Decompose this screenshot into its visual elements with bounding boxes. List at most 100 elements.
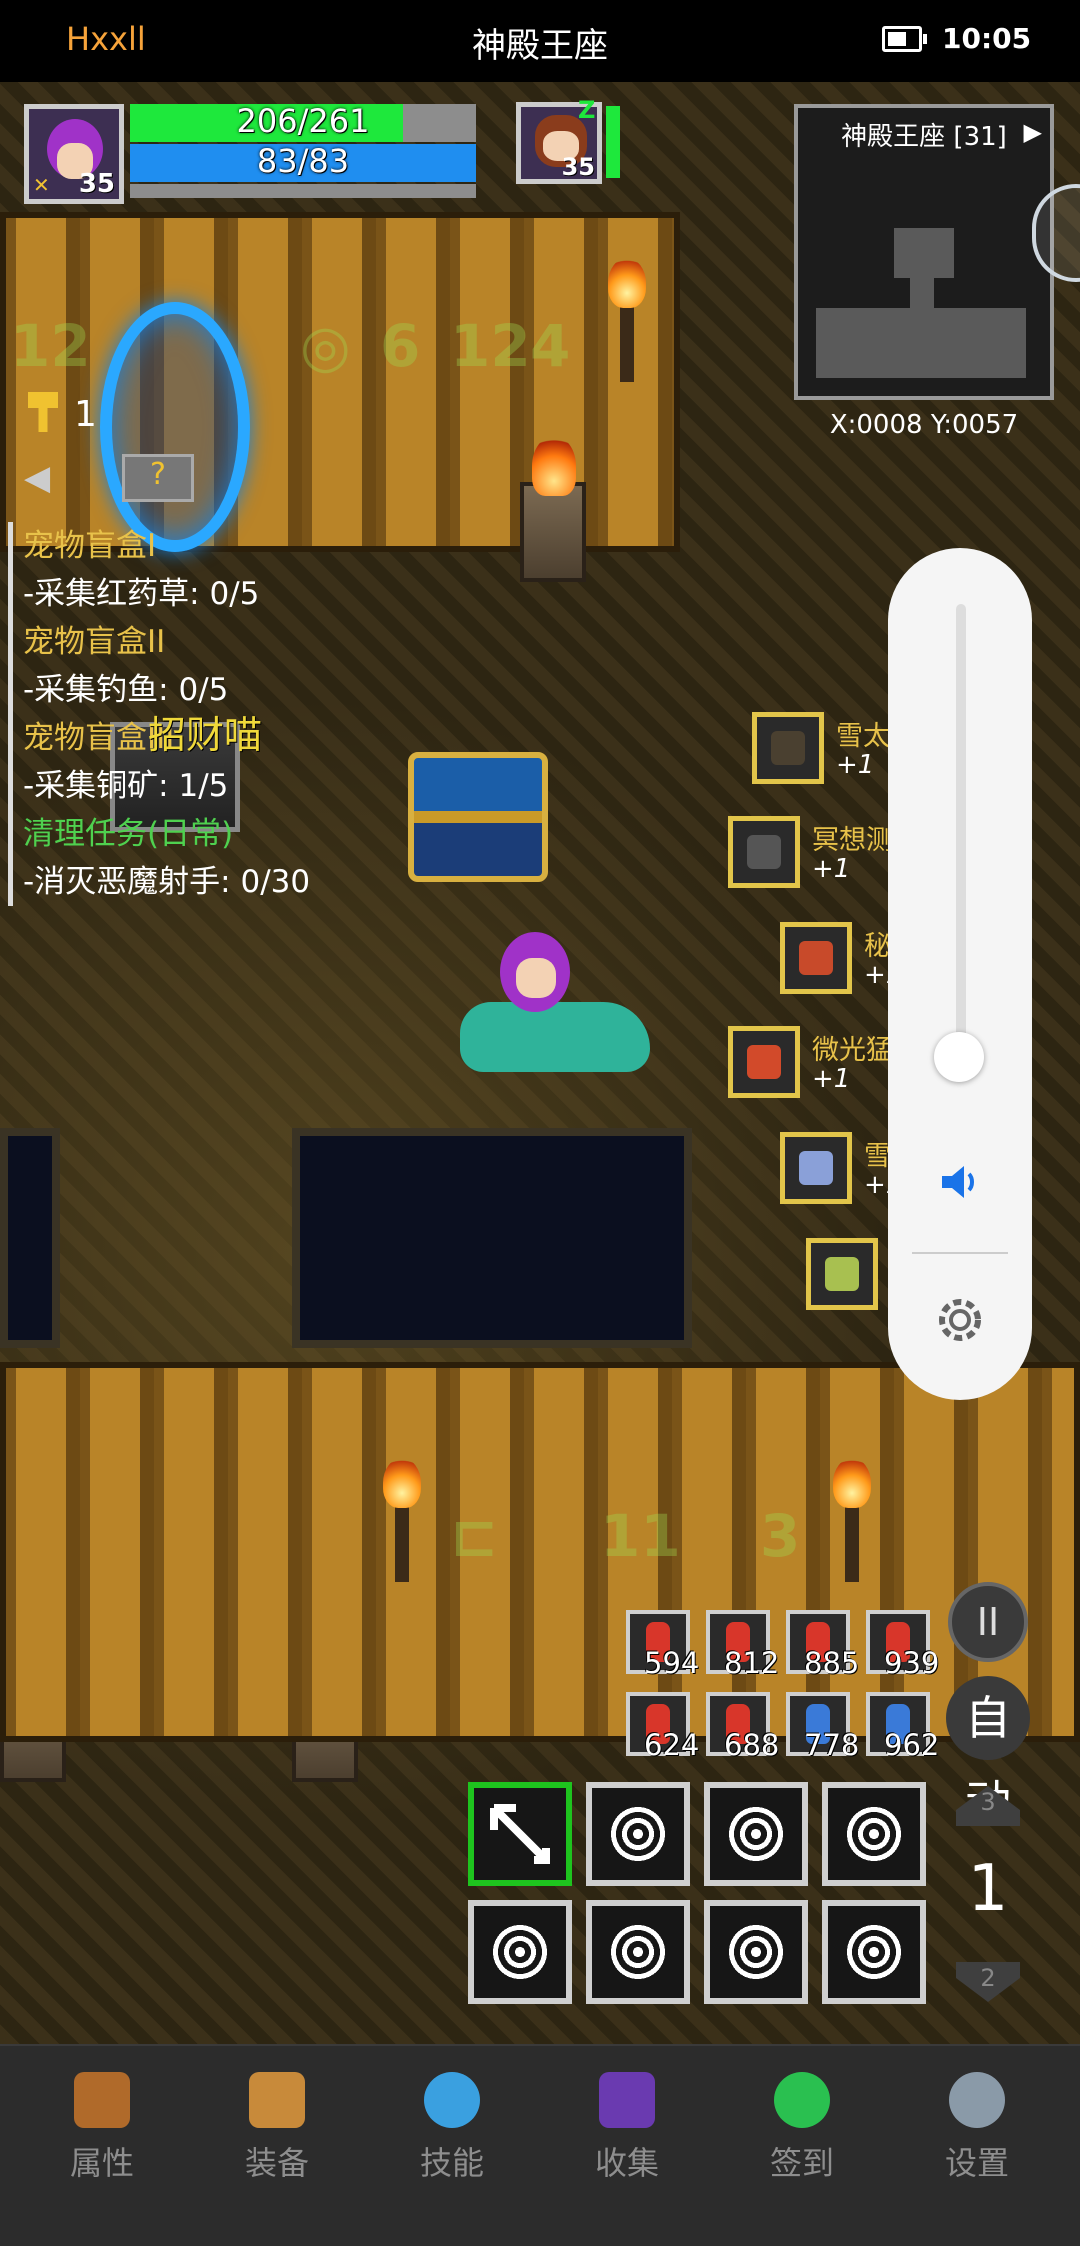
auto-button[interactable]: 自动: [946, 1676, 1030, 1829]
mp-text: 83/83: [256, 142, 350, 180]
pickaxe-icon: [728, 816, 800, 888]
npc-name: 招财喵: [148, 713, 263, 757]
dark-pit: [292, 1128, 692, 1348]
empty-slot-icon: [842, 1920, 906, 1984]
skill-slot-empty[interactable]: [822, 1900, 926, 2004]
empty-slot-icon: [606, 1920, 670, 1984]
empty-slot-icon: [842, 1802, 906, 1866]
potion-count: 885: [804, 1646, 860, 1680]
player-character: [420, 922, 660, 1112]
potion-count: 688: [724, 1728, 780, 1762]
page-up-label: 3: [980, 1788, 996, 1816]
nav-item[interactable]: 技能: [382, 2072, 522, 2184]
speaker-icon[interactable]: [936, 1158, 984, 1206]
quest-task: -消灭恶魔射手: 0/30: [23, 864, 311, 900]
skill-slot-empty[interactable]: [586, 1900, 690, 2004]
skill-slot-empty[interactable]: [586, 1782, 690, 1886]
nav-item[interactable]: 装备: [207, 2072, 347, 2184]
potion-count: 939: [884, 1646, 940, 1680]
arrow-skill-icon: [490, 1804, 550, 1864]
empty-slot-icon: [724, 1802, 788, 1866]
portal[interactable]: [100, 302, 250, 552]
status-bar: Hxxll 神殿王座 10:05: [0, 0, 1080, 82]
loot-name: 雪: [864, 1141, 891, 1172]
wall-torch: [608, 258, 646, 382]
wall-rune: 11: [600, 1502, 681, 1570]
battery-icon: [882, 26, 927, 52]
bow-icon: [752, 712, 824, 784]
gear-icon[interactable]: [928, 1288, 992, 1352]
mp-bar: 83/83: [130, 142, 476, 182]
skill-slot-empty[interactable]: [822, 1782, 926, 1886]
loot-count: +1: [812, 1064, 851, 1094]
minimap-hall: [816, 308, 1026, 378]
coordinates: X:0008 Y:0057: [829, 410, 1019, 440]
seed-icon: [806, 1238, 878, 1310]
wall-rune: 4: [530, 312, 571, 380]
player-avatar[interactable]: ✕ 35: [24, 104, 124, 204]
collapse-arrow-icon[interactable]: ◀: [24, 458, 50, 498]
hp-text: 206/261: [236, 102, 370, 140]
temple-wall-lower: [0, 1362, 1080, 1742]
skill-slot-empty[interactable]: [704, 1782, 808, 1886]
potion-count: 812: [724, 1646, 780, 1680]
empty-slot-icon: [488, 1920, 552, 1984]
companion-level: 35: [561, 153, 595, 181]
nav-label: 属性: [69, 2144, 134, 2182]
pause-button[interactable]: II: [948, 1582, 1028, 1662]
scroll-icon: [780, 1132, 852, 1204]
skill-gem-icon: [424, 2072, 480, 2128]
skill-slot-empty[interactable]: [704, 1900, 808, 2004]
wall-rune: 12: [450, 312, 531, 380]
minimap[interactable]: 神殿王座 [31] ▶: [794, 104, 1054, 400]
quest-task: -采集铜矿: 1/5: [23, 768, 229, 804]
brazier: [520, 436, 586, 582]
bag-icon: [249, 2072, 305, 2128]
crystal-icon: [728, 1026, 800, 1098]
quest-title[interactable]: 宠物盲盒I: [23, 522, 343, 570]
minimap-title: 神殿王座 [31]: [841, 122, 1007, 152]
nav-item[interactable]: 设置: [907, 2072, 1047, 2184]
volume-slider-thumb[interactable]: [934, 1032, 984, 1082]
potion-count: 962: [884, 1728, 940, 1762]
quest-title[interactable]: 清理任务(日常): [23, 810, 343, 858]
quest-title[interactable]: 宠物盲盒II: [23, 618, 343, 666]
empty-slot-icon: [724, 1920, 788, 1984]
nav-item[interactable]: 属性: [32, 2072, 172, 2184]
companion-hp-bar: [606, 106, 620, 178]
potion-count: 594: [644, 1646, 700, 1680]
nav-item[interactable]: 签到: [732, 2072, 872, 2184]
rune-stone-icon: [780, 922, 852, 994]
wall-torch: [383, 1458, 421, 1582]
emerald-icon: [774, 2072, 830, 2128]
volume-panel[interactable]: [888, 548, 1032, 1400]
wall-rune: 3: [760, 1502, 801, 1570]
companion-hp-fill: [606, 106, 620, 178]
page-current: 1: [967, 1852, 1009, 1926]
expand-icon[interactable]: ▶: [1024, 118, 1042, 146]
wall-rune: 6: [380, 312, 421, 380]
nav-label: 签到: [769, 2144, 834, 2182]
quest-task: -采集红药草: 0/5: [23, 576, 260, 612]
nav-label: 装备: [244, 2144, 309, 2182]
book-icon: [599, 2072, 655, 2128]
nav-label: 设置: [944, 2144, 1009, 2182]
dark-pit: [0, 1128, 60, 1348]
loot-count: +1: [836, 750, 875, 780]
treasure-chest[interactable]: [408, 752, 548, 882]
nav-item[interactable]: 收集: [557, 2072, 697, 2184]
help-button[interactable]: ?: [122, 454, 194, 502]
bow-class-icon: ✕: [33, 173, 50, 197]
wall-torch: [833, 1458, 871, 1582]
clock: 10:05: [942, 22, 1032, 55]
skill-slot-arrow[interactable]: [468, 1782, 572, 1886]
key-count: 1: [74, 394, 97, 435]
nav-label: 收集: [594, 2144, 659, 2182]
nav-label: 技能: [419, 2144, 484, 2182]
skill-slot-empty[interactable]: [468, 1900, 572, 2004]
sleep-status-icon: Z: [578, 96, 596, 124]
player-level: 35: [78, 169, 115, 199]
empty-slot-icon: [606, 1802, 670, 1866]
volume-track[interactable]: [956, 604, 966, 1074]
minimap-room: [894, 228, 954, 278]
